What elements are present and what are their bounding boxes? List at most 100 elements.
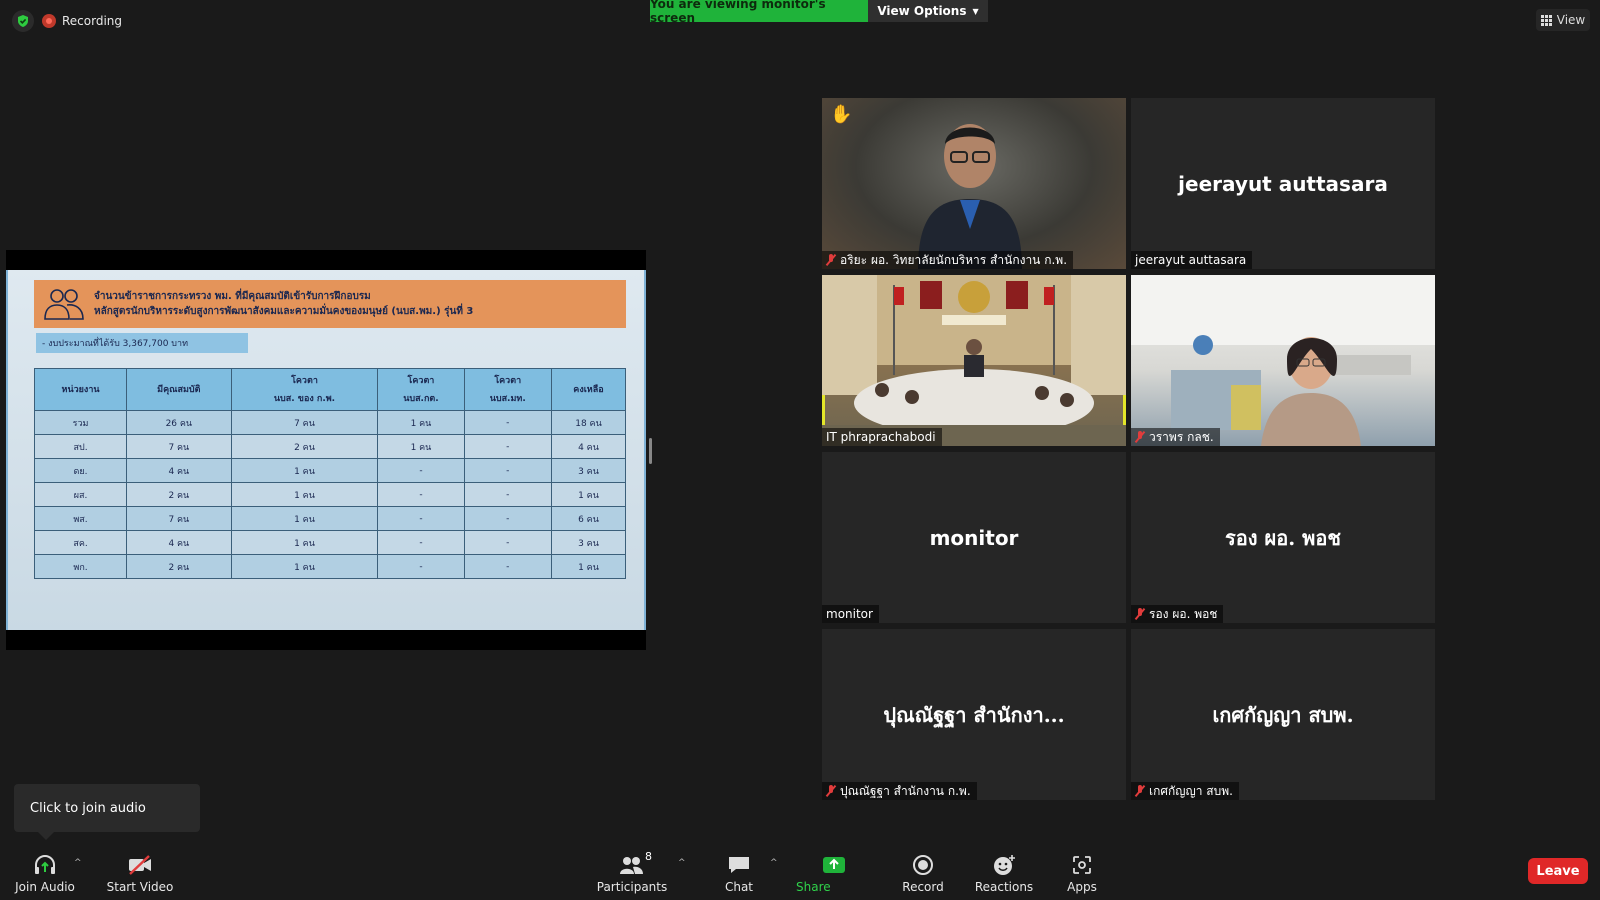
recording-indicator[interactable]: Recording bbox=[42, 10, 122, 32]
grid-icon bbox=[1540, 14, 1552, 26]
table-cell: 18 คน bbox=[550, 410, 627, 435]
video-off-icon bbox=[127, 852, 153, 878]
join-audio-button[interactable]: Join Audio bbox=[14, 848, 76, 896]
shared-screen[interactable]: จำนวนข้าราชการกระทรวง พม. ที่มีคุณสมบัติ… bbox=[6, 250, 646, 650]
table-cell: - bbox=[463, 506, 552, 531]
people-icon bbox=[34, 280, 94, 328]
apps-icon bbox=[1071, 852, 1093, 878]
table-cell: 7 คน bbox=[126, 506, 232, 531]
slide-title-line2: หลักสูตรนักบริหารระดับสูงการพัฒนาสังคมแล… bbox=[94, 306, 474, 317]
table-cell: 1 คน bbox=[550, 554, 627, 579]
table-cell: - bbox=[463, 482, 552, 507]
join-audio-label: Join Audio bbox=[15, 880, 75, 894]
table-cell: 1 คน bbox=[230, 458, 379, 483]
table-cell: ดย. bbox=[33, 458, 128, 483]
data-table: หน่วยงาน มีคุณสมบัติ โควตา นบส. ของ ก.พ. … bbox=[33, 368, 627, 579]
table-cell: - bbox=[377, 554, 465, 579]
video-tile[interactable]: ✋ อริยะ ผอ. วิทยาลัยนักบริหาร สำนักงาน ก… bbox=[822, 98, 1126, 269]
reactions-button[interactable]: Reactions bbox=[972, 848, 1036, 896]
start-video-button[interactable]: Start Video bbox=[104, 848, 176, 896]
participants-label: Participants bbox=[596, 880, 668, 894]
table-cell: 1 คน bbox=[230, 506, 379, 531]
table-cell: 1 คน bbox=[377, 434, 465, 459]
column-header: คงเหลือ bbox=[550, 368, 627, 411]
apps-button[interactable]: Apps bbox=[1058, 848, 1106, 896]
table-cell: 1 คน bbox=[230, 554, 379, 579]
chat-caret-icon[interactable]: ^ bbox=[770, 858, 778, 868]
column-header: โควตา นบส.มท. bbox=[463, 368, 552, 411]
column-header: โควตา นบส. ของ ก.พ. bbox=[230, 368, 379, 411]
presentation-slide: จำนวนข้าราชการกระทรวง พม. ที่มีคุณสมบัติ… bbox=[6, 270, 646, 630]
participant-name-label: วราพร กลช. bbox=[1131, 428, 1220, 446]
table-header-row: หน่วยงาน มีคุณสมบัติ โควตา นบส. ของ ก.พ. … bbox=[33, 368, 627, 411]
table-cell: 1 คน bbox=[230, 482, 379, 507]
video-tile[interactable]: jeerayut auttasara jeerayut auttasara bbox=[1131, 98, 1435, 269]
video-tile[interactable]: เกศกัญญา สบพ. เกศกัญญา สบพ. bbox=[1131, 629, 1435, 800]
slide-title-line1: จำนวนข้าราชการกระทรวง พม. ที่มีคุณสมบัติ… bbox=[94, 291, 371, 302]
participant-display-name: รอง ผอ. พอช bbox=[1225, 525, 1341, 550]
table-cell: 26 คน bbox=[126, 410, 232, 435]
video-tile[interactable]: ปุณณัฐฐา สำนักงา... ปุณณัฐฐา สำนักงาน ก.… bbox=[822, 629, 1126, 800]
table-cell: - bbox=[377, 530, 465, 555]
table-cell: 1 คน bbox=[550, 482, 627, 507]
slide-header: จำนวนข้าราชการกระทรวง พม. ที่มีคุณสมบัติ… bbox=[34, 280, 626, 328]
mic-muted-icon bbox=[1135, 431, 1145, 443]
table-cell: 4 คน bbox=[126, 530, 232, 555]
participant-video bbox=[1131, 275, 1435, 446]
view-button[interactable]: View bbox=[1536, 9, 1590, 31]
record-icon bbox=[912, 852, 934, 878]
audio-options-caret-icon[interactable]: ^ bbox=[74, 858, 82, 868]
participant-name-label: ปุณณัฐฐา สำนักงาน ก.พ. bbox=[822, 782, 977, 800]
start-video-label: Start Video bbox=[106, 880, 174, 894]
share-screen-label: Share Screen bbox=[796, 880, 837, 900]
share-screen-icon bbox=[822, 852, 846, 878]
participant-display-name: monitor bbox=[929, 525, 1019, 550]
video-tile[interactable]: monitor monitor bbox=[822, 452, 1126, 623]
budget-note: - งบประมาณที่ได้รับ 3,367,700 บาท bbox=[36, 333, 248, 353]
table-cell: 6 คน bbox=[550, 506, 627, 531]
participant-video bbox=[918, 124, 1022, 269]
table-cell: 7 คน bbox=[126, 434, 232, 459]
split-resize-handle[interactable] bbox=[649, 438, 652, 464]
table-cell: 2 คน bbox=[126, 554, 232, 579]
table-cell: - bbox=[377, 506, 465, 531]
apps-label: Apps bbox=[1067, 880, 1097, 894]
share-screen-button[interactable]: Share Screen bbox=[796, 848, 872, 900]
view-label: View bbox=[1556, 13, 1586, 27]
table-row: ดย. 4 คน 1 คน - -3 คน bbox=[33, 458, 627, 483]
leave-button[interactable]: Leave bbox=[1528, 858, 1588, 884]
participant-name-label: IT phraprachabodi bbox=[822, 428, 942, 446]
chat-button[interactable]: Chat bbox=[712, 848, 766, 896]
table-cell: สป. bbox=[33, 434, 128, 459]
meeting-toolbar: Join Audio ^ Start Video 8 Participants … bbox=[0, 842, 1600, 900]
participant-display-name: เกศกัญญา สบพ. bbox=[1212, 702, 1354, 727]
view-options-button[interactable]: View Options ▼ bbox=[868, 0, 988, 22]
view-options-label: View Options bbox=[877, 4, 967, 18]
record-button[interactable]: Record bbox=[896, 848, 950, 896]
security-shield-icon[interactable] bbox=[12, 10, 34, 32]
table-cell: 2 คน bbox=[230, 434, 379, 459]
table-cell: พส. bbox=[33, 506, 128, 531]
participants-caret-icon[interactable]: ^ bbox=[678, 858, 686, 868]
table-cell: - bbox=[377, 482, 465, 507]
chat-icon bbox=[727, 852, 751, 878]
table-cell: - bbox=[463, 434, 552, 459]
table-row: พส. 7 คน 1 คน - -6 คน bbox=[33, 506, 627, 531]
meeting-window: Recording You are viewing monitor's scre… bbox=[0, 0, 1600, 900]
mic-muted-icon bbox=[826, 785, 836, 797]
table-cell: 1 คน bbox=[230, 530, 379, 555]
viewing-banner: You are viewing monitor's screen bbox=[650, 0, 868, 25]
table-row: พก. 2 คน 1 คน - -1 คน bbox=[33, 554, 627, 579]
table-cell: - bbox=[463, 530, 552, 555]
reactions-icon bbox=[992, 852, 1016, 878]
participant-name-label: เกศกัญญา สบพ. bbox=[1131, 782, 1239, 800]
table-cell: - bbox=[377, 458, 465, 483]
participants-button[interactable]: 8 Participants bbox=[596, 848, 668, 896]
table-row: สค. 4 คน 1 คน - -3 คน bbox=[33, 530, 627, 555]
video-tile[interactable]: วราพร กลช. bbox=[1131, 275, 1435, 446]
video-tile-active-speaker[interactable]: IT phraprachabodi bbox=[822, 275, 1126, 446]
recording-dot-icon bbox=[42, 14, 56, 28]
column-header: มีคุณสมบัติ bbox=[126, 368, 232, 411]
column-header: หน่วยงาน bbox=[33, 368, 128, 411]
video-tile[interactable]: รอง ผอ. พอช รอง ผอ. พอช bbox=[1131, 452, 1435, 623]
